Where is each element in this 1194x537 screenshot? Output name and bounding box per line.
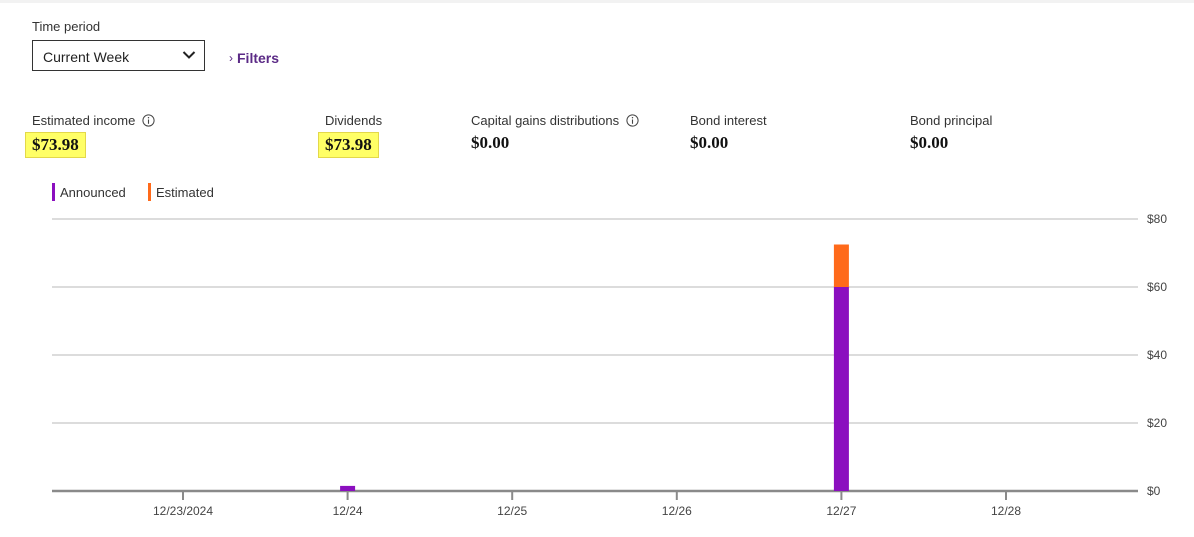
x-tick-label: 12/25 [497, 504, 527, 518]
y-tick-label: $20 [1147, 416, 1167, 430]
y-tick-label: $60 [1147, 280, 1167, 294]
x-tick-label: 12/28 [991, 504, 1021, 518]
bar-estimated [833, 244, 849, 287]
income-chart: $0 $20 $40 $60 $80 12/23/2024 12/24 12/25 12/26 1… [52, 212, 1167, 518]
x-tick-label: 12/24 [333, 504, 363, 518]
y-tick-label: $40 [1147, 348, 1167, 362]
bar-announced [833, 287, 849, 491]
y-tick-label: $80 [1147, 212, 1167, 226]
x-tick-label: 12/26 [662, 504, 692, 518]
x-tick-label: 12/23/2024 [153, 504, 213, 518]
bar-announced [340, 485, 356, 491]
x-tick-label: 12/27 [826, 504, 856, 518]
y-tick-label: $0 [1147, 484, 1161, 498]
